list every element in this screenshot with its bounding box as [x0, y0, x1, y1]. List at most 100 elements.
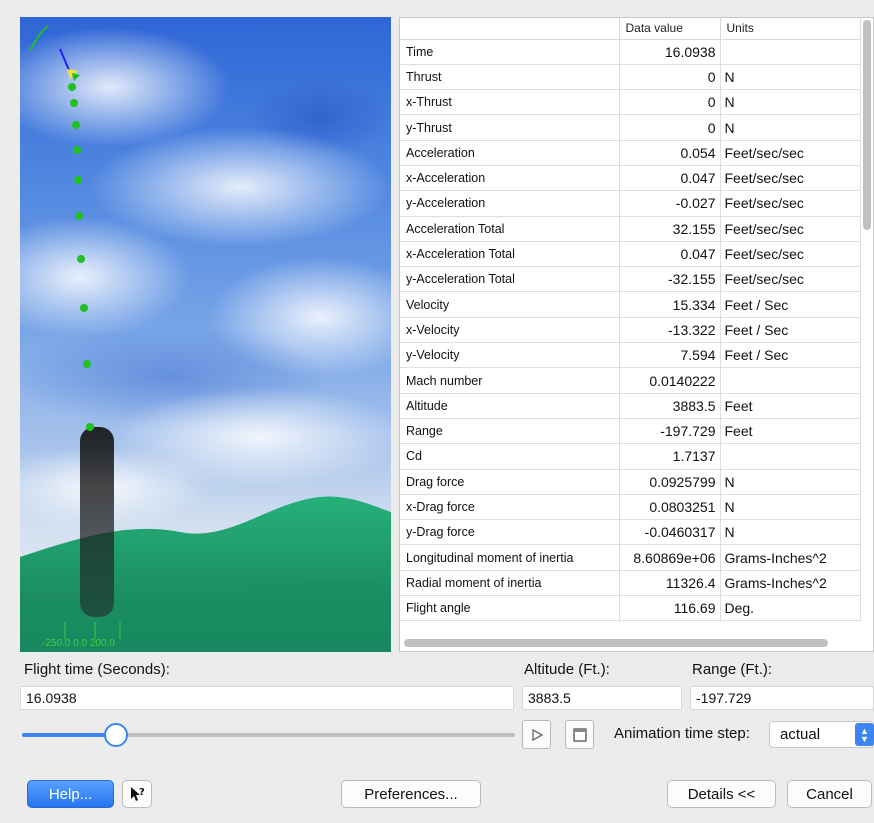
- altitude-label: Altitude (Ft.):: [524, 661, 610, 678]
- cell-value: 0.047: [619, 241, 721, 268]
- column-header-units[interactable]: Units: [720, 18, 861, 40]
- table-row[interactable]: x-Acceleration Total 0.047 Feet/sec/sec: [400, 241, 861, 268]
- cell-unit: Deg.: [720, 595, 861, 622]
- cell-name: Thrust: [400, 64, 620, 91]
- cell-name: y-Drag force: [400, 519, 620, 546]
- table-row[interactable]: x-Thrust 0 N: [400, 89, 861, 116]
- table-row[interactable]: Cd 1.7137: [400, 443, 861, 470]
- cell-name: Velocity: [400, 291, 620, 318]
- cell-unit: Feet/sec/sec: [720, 216, 861, 242]
- cancel-button[interactable]: Cancel: [787, 780, 872, 808]
- cell-unit: Feet/sec/sec: [720, 266, 861, 293]
- cell-name: Mach number: [400, 367, 620, 394]
- table-row[interactable]: Velocity 15.334 Feet / Sec: [400, 291, 861, 318]
- help-button[interactable]: Help...: [27, 780, 114, 808]
- cell-name: Drag force: [400, 469, 620, 495]
- cell-unit: Feet / Sec: [720, 317, 861, 344]
- table-row[interactable]: Thrust 0 N: [400, 64, 861, 91]
- table-row[interactable]: Altitude 3883.5 Feet: [400, 393, 861, 419]
- flight-time-slider-thumb[interactable]: [103, 723, 128, 747]
- cell-unit: N: [720, 494, 861, 521]
- cell-unit: Feet / Sec: [720, 291, 861, 318]
- table-row[interactable]: Drag force 0.0925799 N: [400, 469, 861, 495]
- table-row[interactable]: Acceleration 0.054 Feet/sec/sec: [400, 140, 861, 166]
- cell-name: y-Acceleration Total: [400, 266, 620, 293]
- play-button[interactable]: [522, 720, 551, 749]
- cell-value: 11326.4: [619, 570, 721, 597]
- vertical-scrollbar[interactable]: [863, 20, 871, 230]
- table-row[interactable]: Radial moment of inertia 11326.4 Grams-Inc…: [400, 570, 861, 597]
- smoke-trail: [80, 427, 114, 617]
- cell-unit: N: [720, 469, 861, 495]
- table-row[interactable]: y-Thrust 0 N: [400, 114, 861, 141]
- table-row[interactable]: y-Drag force -0.0460317 N: [400, 519, 861, 546]
- cell-value: -0.027: [619, 190, 721, 217]
- table-row[interactable]: y-Velocity 7.594 Feet / Sec: [400, 342, 861, 369]
- cell-unit: [720, 39, 861, 65]
- cell-name: x-Thrust: [400, 89, 620, 116]
- table-row[interactable]: y-Acceleration Total -32.155 Feet/sec/sec: [400, 266, 861, 293]
- flight-scene: [20, 25, 391, 652]
- horizontal-scrollbar[interactable]: [404, 639, 828, 647]
- table-row[interactable]: x-Acceleration 0.047 Feet/sec/sec: [400, 165, 861, 192]
- flight-time-slider-fill: [22, 733, 116, 737]
- cell-value: 0: [619, 89, 721, 116]
- flight-viewport[interactable]: -250.0 0.0 200.0: [20, 17, 391, 652]
- table-row[interactable]: Time 16.0938: [400, 39, 861, 65]
- range-label: Range (Ft.):: [692, 661, 773, 678]
- flight-time-field[interactable]: 16.0938: [20, 686, 514, 710]
- cell-value: 0.047: [619, 165, 721, 192]
- cell-value: 0.0803251: [619, 494, 721, 521]
- table-row[interactable]: Flight angle 116.69 Deg.: [400, 595, 861, 622]
- cell-value: 16.0938: [619, 39, 721, 65]
- preferences-button[interactable]: Preferences...: [341, 780, 481, 808]
- details-button[interactable]: Details <<: [667, 780, 776, 808]
- cell-value: -0.0460317: [619, 519, 721, 546]
- table-row[interactable]: Acceleration Total 32.155 Feet/sec/sec: [400, 216, 861, 242]
- cell-value: 0.054: [619, 140, 721, 166]
- cell-name: Flight angle: [400, 595, 620, 622]
- table-row[interactable]: x-Velocity -13.322 Feet / Sec: [400, 317, 861, 344]
- table-row[interactable]: Range -197.729 Feet: [400, 418, 861, 445]
- cell-unit: Feet/sec/sec: [720, 190, 861, 217]
- cell-value: -197.729: [619, 418, 721, 445]
- table-row[interactable]: x-Drag force 0.0803251 N: [400, 494, 861, 521]
- animation-time-step-label: Animation time step:: [614, 725, 750, 742]
- table-row[interactable]: y-Acceleration -0.027 Feet/sec/sec: [400, 190, 861, 217]
- cell-unit: Feet: [720, 418, 861, 445]
- cell-name: x-Acceleration: [400, 165, 620, 192]
- cell-name: y-Velocity: [400, 342, 620, 369]
- range-field[interactable]: -197.729: [690, 686, 874, 710]
- cell-unit: [720, 367, 861, 394]
- cell-value: 8.60869e+06: [619, 544, 721, 571]
- table-row[interactable]: Mach number 0.0140222: [400, 367, 861, 394]
- cell-value: 0: [619, 114, 721, 141]
- cell-name: Longitudinal moment of inertia: [400, 544, 620, 571]
- data-table-panel[interactable]: Data value Units Time 16.0938 Thrust 0 Nx-Th…: [399, 17, 874, 652]
- cell-value: -13.322: [619, 317, 721, 344]
- cell-value: 0.0140222: [619, 367, 721, 394]
- cell-unit: Grams-Inches^2: [720, 570, 861, 597]
- cell-unit: N: [720, 519, 861, 546]
- cell-name: Range: [400, 418, 620, 445]
- cell-unit: N: [720, 89, 861, 116]
- table-header-row: Data value Units: [400, 18, 861, 40]
- axis-tick-labels: -250.0 0.0 200.0: [42, 638, 115, 649]
- cell-name: y-Thrust: [400, 114, 620, 141]
- table-row[interactable]: Longitudinal moment of inertia 8.60869e+0…: [400, 544, 861, 571]
- cell-value: 32.155: [619, 216, 721, 242]
- cell-name: Altitude: [400, 393, 620, 419]
- column-header-name[interactable]: [400, 18, 620, 40]
- altitude-field[interactable]: 3883.5: [522, 686, 682, 710]
- context-help-icon: ?: [131, 787, 145, 801]
- cell-unit: Grams-Inches^2: [720, 544, 861, 571]
- cell-value: 3883.5: [619, 393, 721, 419]
- cell-value: 1.7137: [619, 443, 721, 470]
- stop-button[interactable]: [565, 720, 594, 749]
- cell-value: -32.155: [619, 266, 721, 293]
- cell-unit: Feet / Sec: [720, 342, 861, 369]
- column-header-value[interactable]: Data value: [619, 18, 721, 40]
- cell-unit: Feet/sec/sec: [720, 165, 861, 192]
- context-help-button[interactable]: ?: [122, 780, 152, 808]
- updown-arrows-icon[interactable]: ▲ ▼: [855, 723, 874, 746]
